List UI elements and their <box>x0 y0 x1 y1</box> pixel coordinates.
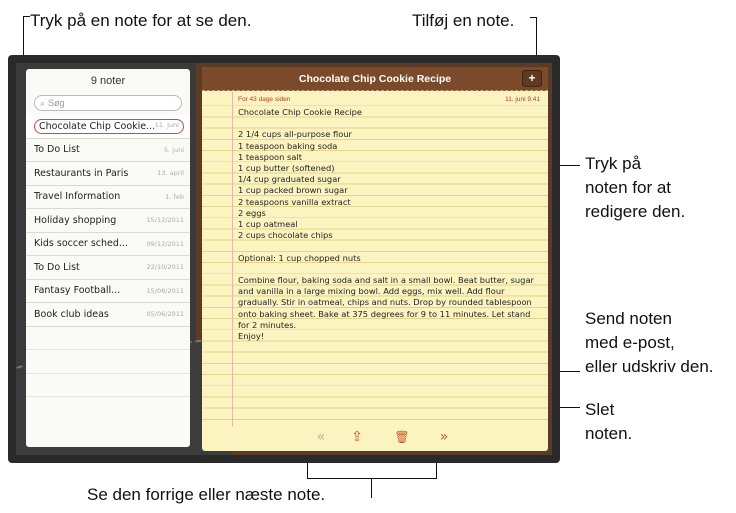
notes-list-panel: 9 noter ⌕ Søg Chocolate Chip Cookie... 1… <box>16 63 235 455</box>
list-item-note-4[interactable]: Holiday shopping 15/12/2011 <box>26 209 190 233</box>
leader-prevnext-down <box>371 478 372 498</box>
screen: 9 noter ⌕ Søg Chocolate Chip Cookie... 1… <box>16 63 552 455</box>
note-toolbar: « ⇪ 🗑 » <box>202 425 548 451</box>
note-timestamp: 11. juni 9.41 <box>505 96 540 103</box>
leader-prevnext-h <box>307 478 437 479</box>
callout-edit-line1: Tryk på <box>585 154 642 173</box>
list-item-note-3[interactable]: Travel Information 1. feb <box>26 186 190 209</box>
search-field[interactable]: ⌕ Søg <box>34 95 182 111</box>
note-date: 11. juni <box>154 120 179 129</box>
callout-prev-next: Se den forrige eller næste note. <box>87 485 326 504</box>
note-date: 15/08/2011 <box>146 286 184 295</box>
list-item-note-2[interactable]: Restaurants in Paris 13. april <box>26 162 190 186</box>
callout-send-line1: Send noten <box>585 309 672 328</box>
callout-edit-line3: redigere den. <box>585 202 686 221</box>
share-icon[interactable]: ⇪ <box>349 429 365 445</box>
search-placeholder: Søg <box>48 98 65 108</box>
note-title: Kids soccer sched... <box>34 238 128 250</box>
leader-tap-note-h <box>23 16 30 17</box>
note-title: Fantasy Football... <box>34 285 121 297</box>
note-date: 1. feb <box>165 192 184 201</box>
note-date: 5. juni <box>163 145 184 154</box>
note-title: Travel Information <box>34 191 121 203</box>
note-date: 22/10/2011 <box>146 263 184 272</box>
note-age: For 43 dage siden <box>238 96 291 103</box>
next-note-icon[interactable]: » <box>436 429 452 445</box>
note-meta: For 43 dage siden 11. juni 9.41 <box>238 96 540 103</box>
list-item-note-7[interactable]: Fantasy Football... 15/08/2011 <box>26 280 190 303</box>
note-date: 05/06/2011 <box>146 310 184 319</box>
callout-delete-line2: noten. <box>585 424 633 443</box>
note-date: 13. april <box>157 169 184 178</box>
note-title: To Do List <box>34 144 80 156</box>
list-item-note-1[interactable]: To Do List 5. juni <box>26 139 190 162</box>
note-title: Holiday shopping <box>34 214 117 226</box>
callout-add-note: Tilføj en note. <box>412 11 515 30</box>
note-panel: Chocolate Chip Cookie Recipe + For 43 da… <box>202 67 548 451</box>
callout-delete-line1: Slet <box>585 400 615 419</box>
callout-send-line2: med e-post, <box>585 333 675 352</box>
note-header-title: Chocolate Chip Cookie Recipe <box>298 73 452 85</box>
list-item-note-0[interactable]: Chocolate Chip Cookie... 11. juni <box>26 115 190 139</box>
note-title: To Do List <box>34 261 80 273</box>
note-body[interactable]: Chocolate Chip Cookie Recipe 2 1/4 cups … <box>238 107 538 342</box>
list-item-note-8[interactable]: Book club ideas 05/06/2011 <box>26 303 190 327</box>
margin-line <box>232 92 233 426</box>
callout-tap-note: Tryk på en note for at se den. <box>30 11 252 30</box>
callout-edit-line2: noten for at <box>585 178 672 197</box>
note-title: Book club ideas <box>34 308 109 320</box>
empty-row <box>26 374 190 397</box>
list-item-note-6[interactable]: To Do List 22/10/2011 <box>26 256 190 280</box>
note-header: Chocolate Chip Cookie Recipe + <box>202 67 548 91</box>
ipad-frame: 9 noter ⌕ Søg Chocolate Chip Cookie... 1… <box>8 55 560 463</box>
add-note-button[interactable]: + <box>522 70 542 87</box>
note-paper[interactable]: For 43 dage siden 11. juni 9.41 Chocolat… <box>202 92 548 426</box>
search-icon: ⌕ <box>40 97 46 108</box>
note-date: 15/12/2011 <box>146 216 184 225</box>
callout-send-line3: eller udskriv den. <box>585 357 714 376</box>
notes-list: 9 noter ⌕ Søg Chocolate Chip Cookie... 1… <box>26 69 190 447</box>
empty-row <box>26 327 190 350</box>
trash-icon[interactable]: 🗑 <box>394 429 410 445</box>
list-item-note-5[interactable]: Kids soccer sched... 09/12/2011 <box>26 233 190 256</box>
note-date: 09/12/2011 <box>146 239 184 248</box>
empty-row <box>26 350 190 374</box>
notes-count: 9 noter <box>90 75 126 87</box>
note-title: Restaurants in Paris <box>34 167 129 179</box>
leader-add-note-h <box>530 17 537 18</box>
note-title: Chocolate Chip Cookie... <box>39 120 155 132</box>
previous-note-icon[interactable]: « <box>313 429 329 445</box>
